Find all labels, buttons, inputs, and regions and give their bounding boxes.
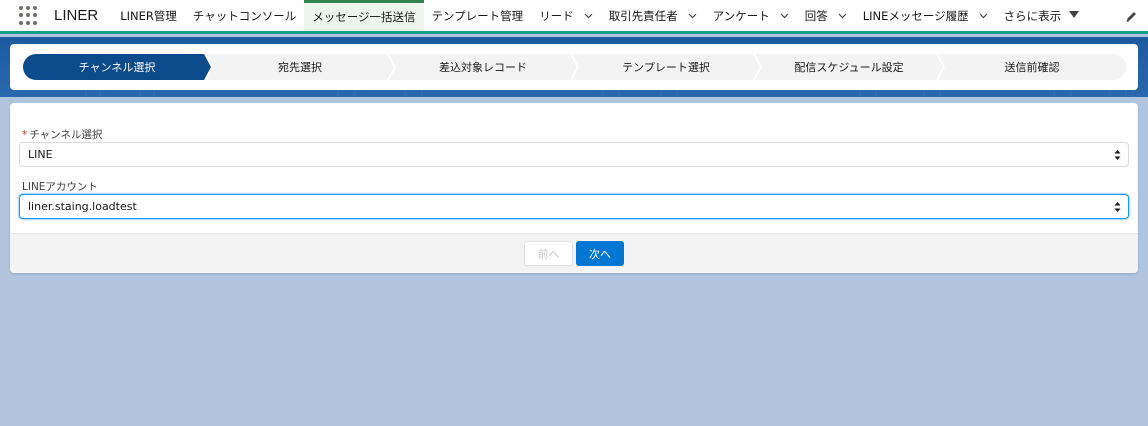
nav-item-label: メッセージ一括送信 xyxy=(312,10,416,24)
nav-item-contacts[interactable]: 取引先責任者 xyxy=(601,0,705,31)
nav-item-bulk-message[interactable]: メッセージ一括送信 xyxy=(304,0,424,31)
nav-item-label: 取引先責任者 xyxy=(608,8,678,23)
path-step-label: 送信前確認 xyxy=(1004,61,1060,74)
nav-item-label: 回答 xyxy=(804,8,828,23)
chevron-down-icon[interactable] xyxy=(780,11,789,20)
nav-item-surveys[interactable]: アンケート xyxy=(705,0,797,31)
global-nav-bar: LINER LINER管理 チャットコンソール メッセージ一括送信 テンプレート… xyxy=(0,0,1148,34)
nav-item-chat-console[interactable]: チャットコンソール xyxy=(185,0,304,31)
edit-pencil-icon[interactable] xyxy=(1125,10,1138,23)
required-marker: * xyxy=(22,129,28,141)
nav-item-label: アンケート xyxy=(712,8,770,23)
caret-down-icon xyxy=(1069,10,1080,21)
path-step-channel[interactable]: チャンネル選択 xyxy=(23,54,211,80)
path-step-label: 配信スケジュール設定 xyxy=(794,61,904,74)
path-step-label: 宛先選択 xyxy=(278,61,322,74)
nav-item-leads[interactable]: リード xyxy=(531,0,601,31)
form-card: * チャンネル選択 LINE LINEアカウント liner.staing.loa… xyxy=(10,103,1138,273)
path-step-label: テンプレート選択 xyxy=(622,61,710,74)
nav-item-label: チャットコンソール xyxy=(192,8,297,23)
previous-button[interactable]: 前へ xyxy=(524,241,573,266)
form-footer: 前へ 次へ xyxy=(10,233,1138,273)
next-button[interactable]: 次へ xyxy=(576,241,624,266)
chevron-down-icon[interactable] xyxy=(979,11,988,20)
path-step-template[interactable]: テンプレート選択 xyxy=(572,54,760,80)
step-path: チャンネル選択 宛先選択 差込対象レコード テンプレート選択 配信スケジュール設… xyxy=(23,54,1126,80)
chevron-down-icon[interactable] xyxy=(688,11,697,20)
line-account-select[interactable]: liner.staing.loadtest xyxy=(19,194,1129,219)
app-launcher-icon[interactable] xyxy=(19,5,39,26)
channel-select[interactable]: LINE xyxy=(19,142,1129,167)
path-step-confirm[interactable]: 送信前確認 xyxy=(938,54,1126,80)
nav-more-label: さらに表示 xyxy=(1003,8,1062,23)
path-step-merge-records[interactable]: 差込対象レコード xyxy=(389,54,577,80)
select-updown-icon xyxy=(1114,149,1121,161)
nav-item-liner-admin[interactable]: LINER管理 xyxy=(112,0,185,31)
app-name: LINER xyxy=(54,7,99,24)
channel-field-label: * チャンネル選択 xyxy=(22,127,102,142)
path-step-recipients[interactable]: 宛先選択 xyxy=(206,54,394,80)
nav-item-label: LINEメッセージ履歴 xyxy=(862,8,969,23)
nav-item-line-message-history[interactable]: LINEメッセージ履歴 xyxy=(855,0,996,31)
channel-select-value: LINE xyxy=(28,148,53,161)
path-step-label: チャンネル選択 xyxy=(78,61,156,74)
nav-item-label: テンプレート管理 xyxy=(431,8,524,23)
select-updown-icon xyxy=(1114,201,1121,213)
nav-item-answers[interactable]: 回答 xyxy=(797,0,855,31)
path-step-label: 差込対象レコード xyxy=(439,61,527,74)
nav-item-template-admin[interactable]: テンプレート管理 xyxy=(424,0,532,31)
account-select-value: liner.staing.loadtest xyxy=(28,200,137,213)
nav-item-label: リード xyxy=(539,8,574,23)
path-step-schedule[interactable]: 配信スケジュール設定 xyxy=(755,54,943,80)
chevron-down-icon[interactable] xyxy=(584,11,593,20)
nav-more-menu[interactable]: さらに表示 xyxy=(996,0,1088,31)
chevron-down-icon[interactable] xyxy=(838,11,847,20)
channel-label-text: チャンネル選択 xyxy=(29,129,103,141)
nav-item-label: LINER管理 xyxy=(120,8,177,23)
path-card: チャンネル選択 宛先選択 差込対象レコード テンプレート選択 配信スケジュール設… xyxy=(10,44,1138,90)
account-field-label: LINEアカウント xyxy=(22,181,98,193)
